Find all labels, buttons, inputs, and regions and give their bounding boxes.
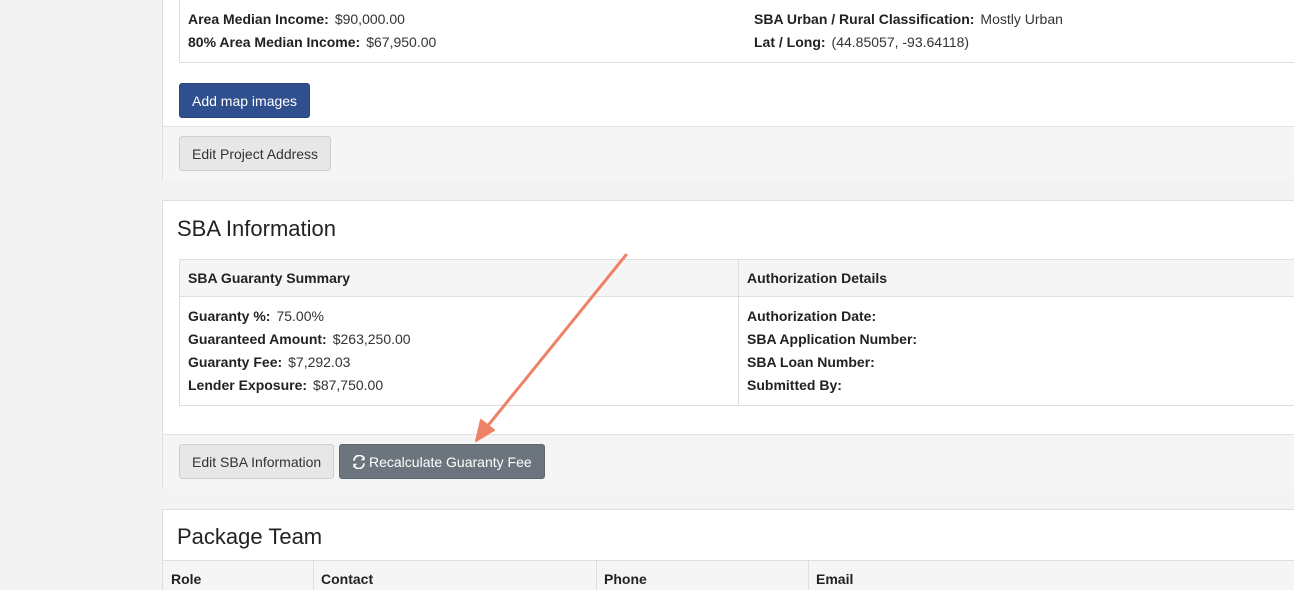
authorization-date: Authorization Date: — [747, 308, 877, 324]
column-role: Role — [171, 571, 202, 587]
sba-information-card: SBA Information SBA Guaranty Summary Aut… — [162, 200, 1294, 490]
column-divider — [313, 561, 314, 590]
add-map-images-button[interactable]: Add map images — [179, 83, 311, 118]
urban-rural-classification: SBA Urban / Rural Classification: Mostly … — [754, 11, 1063, 27]
package-team-card: Package Team Role Contact Phone Email — [162, 509, 1294, 590]
recalculate-guaranty-fee-button[interactable]: Recalculate Guaranty Fee — [339, 444, 545, 479]
eighty-percent-ami: 80% Area Median Income: $67,950.00 — [188, 34, 437, 50]
sba-card-footer: Edit SBA Information Recalculate Guarant… — [163, 434, 1294, 490]
sba-table-header: SBA Guaranty Summary Authorization Detai… — [180, 260, 1294, 297]
sba-application-number: SBA Application Number: — [747, 331, 918, 347]
recalculate-guaranty-fee-label: Recalculate Guaranty Fee — [369, 453, 532, 470]
page: Area Median Income: $90,000.00 80% Area M… — [0, 0, 1294, 590]
column-email: Email — [816, 571, 854, 587]
package-team-table-header: Role Contact Phone Email — [163, 560, 1294, 590]
sba-column-divider — [738, 260, 739, 405]
lender-exposure: Lender Exposure: $87,750.00 — [188, 377, 384, 393]
column-divider — [596, 561, 597, 590]
sba-info-table: SBA Guaranty Summary Authorization Detai… — [179, 259, 1294, 406]
guaranty-fee: Guaranty Fee: $7,292.03 — [188, 354, 351, 370]
lat-long: Lat / Long: (44.85057, -93.64118) — [754, 34, 970, 50]
project-address-card: Area Median Income: $90,000.00 80% Area M… — [162, 0, 1294, 181]
sba-loan-number: SBA Loan Number: — [747, 354, 875, 370]
column-divider — [808, 561, 809, 590]
package-team-title: Package Team — [177, 524, 323, 549]
refresh-icon — [353, 454, 365, 469]
guaranteed-amount: Guaranteed Amount: $263,250.00 — [188, 331, 411, 347]
address-card-footer: Edit Project Address — [163, 126, 1294, 181]
guaranty-percent: Guaranty %: 75.00% — [188, 308, 324, 324]
column-phone: Phone — [604, 571, 647, 587]
authorization-details-header: Authorization Details — [747, 270, 888, 286]
sba-guaranty-summary-header: SBA Guaranty Summary — [188, 270, 351, 286]
sba-information-title: SBA Information — [177, 216, 336, 241]
edit-sba-information-button[interactable]: Edit SBA Information — [179, 444, 335, 479]
submitted-by: Submitted By: — [747, 377, 842, 393]
address-info-grid: Area Median Income: $90,000.00 80% Area M… — [179, 0, 1294, 63]
area-median-income: Area Median Income: $90,000.00 — [188, 11, 405, 27]
column-contact: Contact — [321, 571, 374, 587]
edit-project-address-button[interactable]: Edit Project Address — [179, 136, 332, 171]
